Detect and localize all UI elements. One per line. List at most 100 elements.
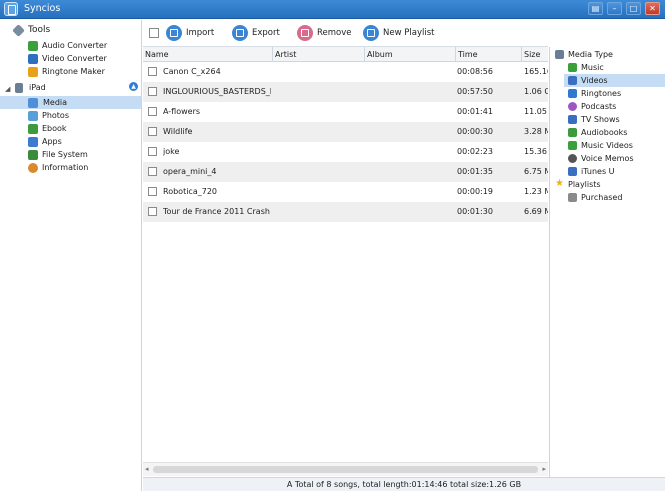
row-size: 6.75 MB bbox=[524, 167, 548, 176]
media-item-audiobooks[interactable]: Audiobooks bbox=[568, 126, 663, 139]
select-all-checkbox[interactable] bbox=[149, 28, 159, 38]
column-header-time[interactable]: Time bbox=[456, 47, 522, 62]
menu-button[interactable]: ▤ bbox=[588, 2, 603, 15]
table-row[interactable]: opera_mini_4 00:01:35 6.75 MB bbox=[143, 162, 548, 182]
row-checkbox[interactable] bbox=[148, 167, 157, 176]
import-button[interactable]: Import bbox=[166, 24, 226, 42]
ipad-icon bbox=[15, 83, 23, 93]
media-table: Canon C_x264 00:08:56 165.16 MB INGLOURI… bbox=[143, 62, 548, 462]
sidebar-item-file-system[interactable]: File System bbox=[28, 148, 138, 161]
sidebar-item-label: Ringtone Maker bbox=[42, 67, 105, 76]
folder-icon bbox=[28, 150, 38, 160]
tools-label: Tools bbox=[28, 25, 51, 35]
table-row[interactable]: Tour de France 2011 Crash - Fl... 00:01:… bbox=[143, 202, 548, 222]
row-name: opera_mini_4 bbox=[163, 167, 217, 176]
video-icon bbox=[568, 76, 577, 85]
row-size: 11.05 MB bbox=[524, 107, 548, 116]
media-item-itunes-u[interactable]: iTunes U bbox=[568, 165, 663, 178]
row-checkbox[interactable] bbox=[148, 127, 157, 136]
import-label: Import bbox=[186, 28, 215, 38]
column-header-artist[interactable]: Artist bbox=[273, 47, 365, 62]
remove-label: Remove bbox=[317, 28, 352, 38]
row-size: 1.06 GB bbox=[524, 87, 548, 96]
minimize-button[interactable]: – bbox=[607, 2, 622, 15]
media-item-podcasts[interactable]: Podcasts bbox=[568, 100, 663, 113]
playlist-item-label: Purchased bbox=[581, 193, 623, 202]
playlists-header[interactable]: ★ Playlists bbox=[555, 178, 663, 191]
media-item-music-videos[interactable]: Music Videos bbox=[568, 139, 663, 152]
media-item-label: Voice Memos bbox=[581, 154, 634, 163]
row-checkbox[interactable] bbox=[148, 207, 157, 216]
table-row[interactable]: Canon C_x264 00:08:56 165.16 MB bbox=[143, 62, 548, 82]
row-checkbox[interactable] bbox=[148, 67, 157, 76]
column-header-name[interactable]: Name bbox=[143, 47, 273, 62]
row-name: joke bbox=[163, 147, 180, 156]
playlist-item-purchased[interactable]: Purchased bbox=[568, 191, 663, 204]
tools-icon bbox=[12, 24, 25, 37]
sidebar-item-label: Audio Converter bbox=[42, 41, 108, 50]
photo-icon bbox=[28, 111, 38, 121]
row-checkbox[interactable] bbox=[148, 107, 157, 116]
scroll-right-icon[interactable]: ▸ bbox=[542, 465, 546, 473]
ringtone-icon bbox=[568, 89, 577, 98]
table-row[interactable]: Wildlife 00:00:30 3.28 MB bbox=[143, 122, 548, 142]
media-item-label: iTunes U bbox=[581, 167, 615, 176]
media-item-tv-shows[interactable]: TV Shows bbox=[568, 113, 663, 126]
sidebar-item-media[interactable]: Media bbox=[0, 96, 141, 109]
sidebar-item-photos[interactable]: Photos bbox=[28, 109, 138, 122]
media-item-videos[interactable]: Videos bbox=[564, 74, 665, 87]
column-header-album[interactable]: Album bbox=[365, 47, 456, 62]
app-icon bbox=[4, 2, 18, 16]
row-checkbox[interactable] bbox=[148, 147, 157, 156]
close-button[interactable]: ✕ bbox=[645, 2, 660, 15]
sidebar-item-ebook[interactable]: Ebook bbox=[28, 122, 138, 135]
new-playlist-button[interactable]: New Playlist bbox=[363, 24, 453, 42]
playlist-icon bbox=[568, 193, 577, 202]
row-checkbox[interactable] bbox=[148, 87, 157, 96]
row-name: Canon C_x264 bbox=[163, 67, 221, 76]
remove-icon bbox=[297, 25, 313, 41]
row-name: Tour de France 2011 Crash - Fl... bbox=[163, 207, 271, 216]
maximize-button[interactable]: □ bbox=[626, 2, 641, 15]
sidebar-item-audio-converter[interactable]: Audio Converter bbox=[28, 39, 138, 52]
horizontal-scrollbar[interactable]: ◂ ▸ bbox=[143, 462, 548, 476]
media-item-label: Podcasts bbox=[581, 102, 617, 111]
table-row[interactable]: A-flowers 00:01:41 11.05 MB bbox=[143, 102, 548, 122]
sidebar-item-label: File System bbox=[42, 150, 88, 159]
export-button[interactable]: Export bbox=[232, 24, 290, 42]
sidebar-item-video-converter[interactable]: Video Converter bbox=[28, 52, 138, 65]
media-item-voice-memos[interactable]: Voice Memos bbox=[568, 152, 663, 165]
media-item-ringtones[interactable]: Ringtones bbox=[568, 87, 663, 100]
title-bar: Syncios ▤ – □ ✕ bbox=[0, 0, 665, 19]
toolbar: Import Export Remove New Playlist bbox=[143, 20, 548, 47]
sidebar-device-ipad[interactable]: ◢ iPad bbox=[5, 81, 140, 94]
media-item-music[interactable]: Music bbox=[568, 61, 663, 74]
column-header-size[interactable]: Size bbox=[522, 47, 548, 62]
media-type-header[interactable]: Media Type bbox=[555, 48, 663, 61]
row-time: 00:02:23 bbox=[457, 147, 493, 156]
new-playlist-icon bbox=[363, 25, 379, 41]
sidebar-item-label: Ebook bbox=[42, 124, 67, 133]
sidebar-tools-header[interactable]: Tools bbox=[12, 24, 134, 37]
remove-button[interactable]: Remove bbox=[297, 24, 359, 42]
row-checkbox[interactable] bbox=[148, 187, 157, 196]
media-item-label: Audiobooks bbox=[581, 128, 628, 137]
audiobook-icon bbox=[568, 128, 577, 137]
sidebar-item-ringtone-maker[interactable]: Ringtone Maker bbox=[28, 65, 138, 78]
tv-icon bbox=[568, 115, 577, 124]
scroll-left-icon[interactable]: ◂ bbox=[145, 465, 149, 473]
table-row[interactable]: Robotica_720 00:00:19 1.23 MB bbox=[143, 182, 548, 202]
sync-badge-icon[interactable]: ▲ bbox=[129, 82, 138, 91]
row-size: 6.69 MB bbox=[524, 207, 548, 216]
import-icon bbox=[166, 25, 182, 41]
sidebar-item-apps[interactable]: Apps bbox=[28, 135, 138, 148]
row-size: 3.28 MB bbox=[524, 127, 548, 136]
table-row[interactable]: joke 00:02:23 15.36 MB bbox=[143, 142, 548, 162]
podcast-icon bbox=[568, 102, 577, 111]
scrollbar-thumb[interactable] bbox=[153, 466, 538, 473]
sidebar-item-information[interactable]: Information bbox=[28, 161, 138, 174]
table-row[interactable]: INGLOURIOUS_BASTERDS_Dis... 00:57:50 1.0… bbox=[143, 82, 548, 102]
sidebar-item-label: Video Converter bbox=[42, 54, 107, 63]
row-time: 00:00:19 bbox=[457, 187, 493, 196]
sidebar: Tools Audio Converter Video Converter Ri… bbox=[0, 20, 142, 491]
